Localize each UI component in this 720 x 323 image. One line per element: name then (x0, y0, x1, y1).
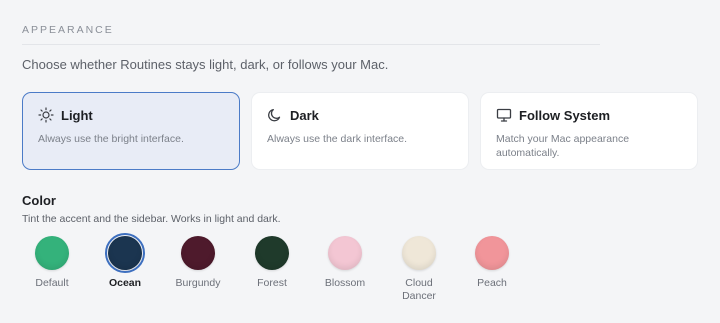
appearance-intro: Choose whether Routines stays light, dar… (22, 57, 389, 72)
swatch-label: Blossom (324, 277, 366, 289)
swatch-dot (475, 236, 509, 270)
color-swatch-ocean[interactable]: Ocean (90, 233, 160, 290)
color-swatch-cloud-dancer[interactable]: Cloud Dancer (384, 236, 454, 303)
swatch-dot (181, 236, 215, 270)
swatch-dot (35, 236, 69, 270)
sun-icon (38, 107, 54, 123)
section-divider (22, 44, 600, 45)
color-swatch-peach[interactable]: Peach (457, 236, 527, 290)
swatch-label: Peach (477, 277, 507, 289)
color-section-subtitle: Tint the accent and the sidebar. Works i… (22, 213, 281, 225)
mode-card-light[interactable]: Light Always use the bright interface. (22, 92, 240, 170)
swatch-dot (328, 236, 362, 270)
swatch-dot (402, 236, 436, 270)
swatch-dot (105, 233, 145, 273)
mode-card-title: Follow System (519, 107, 611, 123)
color-swatch-forest[interactable]: Forest (237, 236, 307, 290)
mode-card-dark[interactable]: Dark Always use the dark interface. (251, 92, 469, 170)
swatch-label: Cloud Dancer (402, 277, 436, 302)
monitor-icon (496, 107, 512, 123)
mode-card-title: Light (61, 107, 93, 123)
selection-ring (105, 233, 145, 273)
swatch-label: Burgundy (175, 277, 221, 289)
moon-icon (267, 107, 283, 123)
swatch-label: Ocean (108, 277, 142, 289)
mode-card-description: Match your Mac appearance automatically. (496, 133, 630, 159)
mode-card-follow-system[interactable]: Follow System Match your Mac appearance … (480, 92, 698, 170)
appearance-section-label: APPEARANCE (22, 24, 114, 36)
appearance-mode-options: Light Always use the bright interface. D… (22, 92, 698, 170)
mode-card-description: Always use the bright interface. (38, 133, 184, 145)
color-swatch-default[interactable]: Default (17, 236, 87, 290)
mode-card-title: Dark (290, 107, 319, 123)
color-swatch-blossom[interactable]: Blossom (310, 236, 380, 290)
mode-card-description: Always use the dark interface. (267, 133, 408, 145)
color-swatch-burgundy[interactable]: Burgundy (163, 236, 233, 290)
swatch-label: Default (35, 277, 69, 289)
color-section-title: Color (22, 193, 56, 208)
swatch-dot (255, 236, 289, 270)
swatch-label: Forest (257, 277, 287, 289)
